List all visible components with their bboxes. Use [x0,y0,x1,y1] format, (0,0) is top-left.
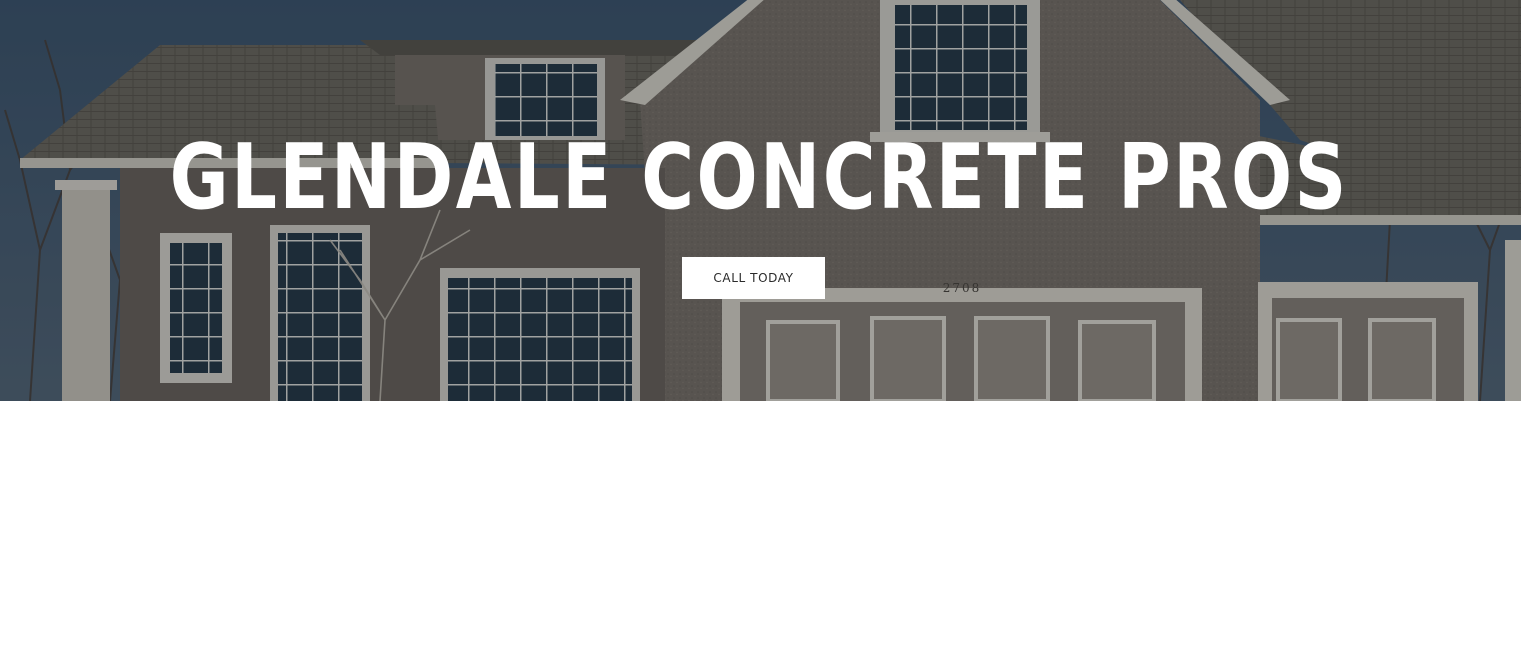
hero-title: GLENDALE CONCRETE PROS [169,125,1349,230]
call-today-button[interactable]: CALL TODAY [682,257,825,299]
content-area [0,401,1521,648]
hero-banner: 2708 GLENDALE CONCRETE PROS CALL TODAY [0,0,1521,401]
page: 2708 GLENDALE CONCRETE PROS CALL TODAY [0,0,1521,648]
